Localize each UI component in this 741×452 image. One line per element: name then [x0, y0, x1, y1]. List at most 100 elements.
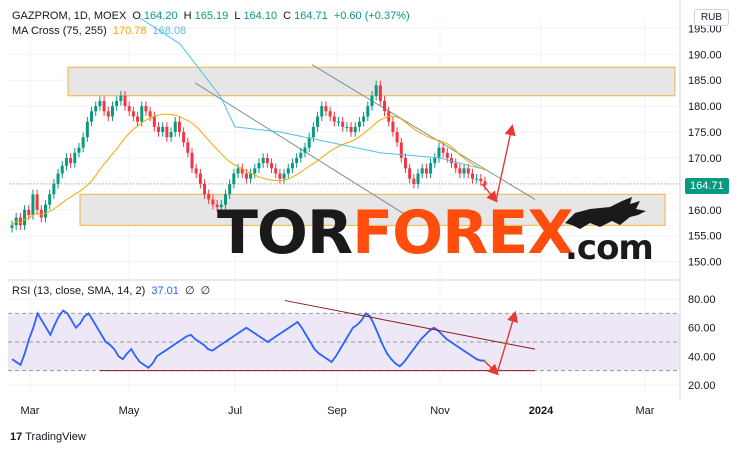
time-tick-label: Nov	[430, 405, 450, 417]
candle-body	[458, 168, 462, 174]
time-tick-label: Sep	[327, 405, 347, 417]
torforex-watermark: TORFOREX .com	[217, 203, 654, 265]
candle-body	[316, 116, 320, 127]
footer-brand: TradingView	[25, 431, 86, 443]
candle-body	[433, 157, 437, 164]
watermark-part3: .com	[565, 228, 654, 268]
candle-body	[119, 95, 123, 101]
rsi-icon-1[interactable]: ∅	[185, 285, 195, 297]
candle-body	[278, 173, 282, 179]
candle-body	[395, 132, 399, 143]
candle-body	[198, 173, 202, 184]
candle-body	[207, 194, 211, 200]
symbol-label: GAZPROM, 1D, MOEX	[12, 10, 127, 22]
rsi-tick-label: 20.00	[688, 380, 716, 392]
candle-body	[228, 183, 232, 195]
candle-body	[257, 163, 261, 169]
ma-slow-value: 168.08	[152, 25, 187, 37]
candle-body	[144, 106, 148, 112]
candle-body	[399, 142, 403, 158]
candle-body	[261, 157, 265, 164]
candle-body	[286, 168, 290, 174]
candle-body	[412, 178, 416, 184]
candle-body	[429, 163, 433, 174]
candle-body	[320, 106, 324, 117]
tradingview-footer[interactable]: 17 TradingView	[10, 431, 86, 443]
candle-body	[353, 126, 357, 133]
candle-body	[173, 121, 177, 133]
candle-body	[64, 157, 68, 166]
candle-body	[211, 199, 215, 205]
candle-body	[345, 126, 349, 128]
candle-body	[454, 163, 458, 169]
candle-body	[190, 152, 194, 169]
candle-body	[23, 209, 27, 226]
time-tick-label: 2024	[529, 405, 554, 417]
candle-body	[336, 121, 340, 123]
candle-body	[366, 106, 370, 117]
candle-body	[157, 126, 161, 133]
candle-body	[177, 121, 181, 133]
ma-fast-value: 170.78	[112, 25, 147, 37]
rsi-value: 37.01	[151, 285, 179, 297]
candle-body	[136, 116, 140, 122]
candle-body	[10, 225, 14, 228]
candle-body	[420, 168, 424, 174]
candle-body	[383, 100, 387, 112]
candle-body	[303, 147, 307, 153]
candle-body	[357, 121, 361, 127]
ohlc-l-key: L	[234, 10, 241, 22]
candle-body	[77, 147, 81, 153]
candle-body	[265, 157, 269, 164]
candle-body	[106, 111, 110, 117]
candle-body	[437, 147, 441, 158]
candle-body	[148, 111, 152, 117]
candle-body	[123, 95, 127, 107]
price-tick-label: 170.00	[688, 153, 722, 165]
time-tick-label: Mar	[636, 405, 655, 417]
candle-body	[186, 142, 190, 153]
ma-legend: MA Cross (75, 255) 170.78 168.08	[12, 25, 189, 37]
candle-body	[270, 163, 274, 169]
candle-body	[374, 85, 378, 96]
candle-body	[483, 181, 487, 186]
candle-body	[253, 168, 257, 174]
candle-body	[311, 126, 315, 138]
candle-body	[60, 165, 64, 174]
price-tick-label: 185.00	[688, 75, 722, 87]
candle-body	[295, 157, 299, 164]
rsi-tick-label: 60.00	[688, 323, 716, 335]
candle-body	[81, 137, 85, 148]
rsi-pane	[8, 300, 680, 372]
candle-body	[85, 121, 89, 138]
candle-body	[445, 152, 449, 158]
candle-body	[324, 106, 328, 112]
candle-body	[232, 173, 236, 184]
candle-body	[94, 106, 98, 112]
candle-body	[391, 121, 395, 133]
candle-body	[73, 152, 77, 164]
candle-body	[328, 111, 332, 117]
rsi-icon-2[interactable]: ∅	[201, 285, 211, 297]
currency-button[interactable]: RUB	[693, 9, 729, 26]
price-tick-label: 180.00	[688, 101, 722, 113]
candle-body	[416, 173, 420, 184]
last-price-tag: 164.71	[685, 178, 729, 194]
candle-body	[249, 173, 253, 179]
candle-body	[43, 204, 47, 218]
candle-body	[48, 194, 52, 205]
watermark-part1: TOR	[217, 198, 353, 268]
candle-body	[131, 111, 135, 117]
watermark-part2: FOREX	[352, 198, 573, 268]
price-tick-label: 155.00	[688, 231, 722, 243]
candle-body	[290, 163, 294, 169]
rsi-label: RSI (13, close, SMA, 14, 2)	[12, 285, 146, 297]
candle-body	[35, 194, 39, 210]
candle-body	[370, 95, 374, 107]
candle-body	[56, 173, 60, 184]
candle-body	[194, 168, 198, 174]
rsi-tick-label: 40.00	[688, 351, 716, 363]
candle-body	[27, 209, 31, 215]
ohlc-h-key: H	[183, 10, 192, 22]
candle-body	[182, 132, 186, 143]
